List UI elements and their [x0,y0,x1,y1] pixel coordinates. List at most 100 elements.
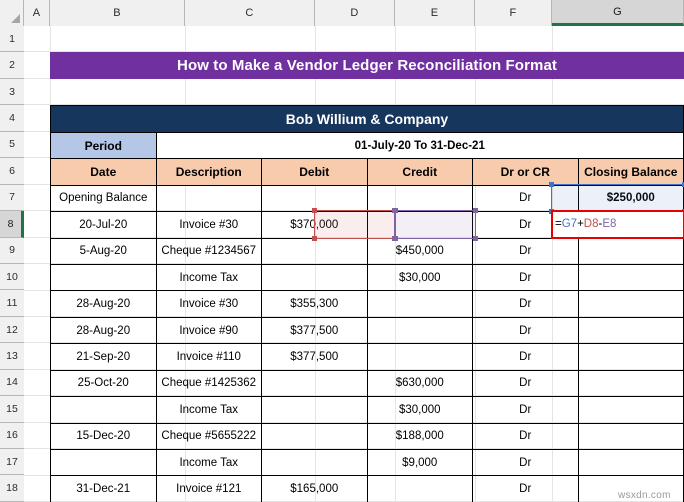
cell-dr-or-cr[interactable]: Dr [472,184,579,213]
cell-description[interactable]: Income Tax [155,396,262,424]
cell-credit[interactable] [366,343,473,371]
cell-credit[interactable]: $188,000 [366,422,473,451]
cell-closing-balance[interactable] [577,422,684,451]
row-header-12[interactable]: 12 [0,316,24,344]
cell-date[interactable]: 21-Sep-20 [50,343,157,371]
table-header-c[interactable]: Description [155,158,262,186]
cell-dr-or-cr[interactable]: Dr [472,343,579,371]
cell-closing-balance[interactable] [577,316,684,345]
cell-dr-or-cr[interactable]: Dr [472,290,579,318]
row-header-9[interactable]: 9 [0,237,24,264]
row-header-10[interactable]: 10 [0,263,24,291]
cell-credit[interactable] [366,475,473,502]
cell-description[interactable]: Invoice #121 [155,475,262,502]
cell-debit[interactable]: $377,500 [261,316,368,345]
table-row[interactable]: 15-Dec-20 Cheque #5655222 $188,000 Dr [50,422,684,451]
cell-description[interactable]: Cheque #5655222 [155,422,262,451]
select-all-corner[interactable] [0,0,24,26]
cell-dr-or-cr[interactable]: Dr [472,237,579,265]
period-label-cell[interactable]: Period [50,131,157,160]
formula-text-g8[interactable]: = G7 + D8- E8 [555,211,616,237]
column-header-e[interactable]: E [395,0,475,26]
cell-closing-balance[interactable] [577,343,684,371]
cell-dr-or-cr[interactable]: Dr [472,396,579,424]
cell-date[interactable]: 25-Oct-20 [50,369,157,398]
cell-debit[interactable] [261,369,368,398]
cell-description[interactable]: Income Tax [155,263,262,292]
column-header-f[interactable]: F [475,0,552,26]
table-row[interactable]: 28-Aug-20 Invoice #30 $355,300 Dr [50,290,684,318]
cell-closing-balance[interactable] [577,290,684,318]
table-row[interactable]: 21-Sep-20 Invoice #110 $377,500 Dr [50,343,684,371]
cell-debit[interactable]: $370,000 [261,211,368,239]
cell-date[interactable]: 31-Dec-21 [50,475,157,502]
cell-credit[interactable]: $450,000 [366,237,473,265]
worksheet-grid[interactable]: How to Make a Vendor Ledger Reconciliati… [24,26,684,502]
cell-description[interactable]: Cheque #1234567 [155,237,262,265]
column-header-a[interactable]: A [24,0,50,26]
column-header-c[interactable]: C [185,0,315,26]
cell-credit[interactable] [366,184,473,213]
row-header-4[interactable]: 4 [0,105,24,132]
cell-credit[interactable]: $630,000 [366,369,473,398]
cell-credit[interactable] [366,290,473,318]
cell-date[interactable] [50,263,157,292]
table-header-e[interactable]: Credit [366,158,473,186]
row-header-14[interactable]: 14 [0,369,24,397]
column-header-d[interactable]: D [315,0,395,26]
row-header-13[interactable]: 13 [0,343,24,370]
cell-description[interactable]: Cheque #1425362 [155,369,262,398]
cell-description[interactable]: Invoice #110 [155,343,262,371]
table-row[interactable]: Income Tax $9,000 Dr [50,449,684,477]
table-row[interactable]: Opening Balance Dr $250,000 [50,184,684,213]
cell-credit[interactable]: $30,000 [366,263,473,292]
cell-debit[interactable] [261,263,368,292]
cell-closing-balance[interactable] [577,396,684,424]
table-row[interactable]: 5-Aug-20 Cheque #1234567 $450,000 Dr [50,237,684,265]
cell-date[interactable]: 28-Aug-20 [50,290,157,318]
cell-closing-balance[interactable]: $250,000 [577,184,684,213]
cell-credit[interactable] [366,316,473,345]
cell-date[interactable]: 15-Dec-20 [50,422,157,451]
table-row[interactable]: Income Tax $30,000 Dr [50,396,684,424]
cell-closing-balance[interactable] [577,263,684,292]
table-row[interactable]: 25-Oct-20 Cheque #1425362 $630,000 Dr [50,369,684,398]
cell-date[interactable] [50,396,157,424]
cell-debit[interactable] [261,237,368,265]
row-header-3[interactable]: 3 [0,78,24,106]
table-row[interactable]: 28-Aug-20 Invoice #90 $377,500 Dr [50,316,684,345]
table-header-d[interactable]: Debit [261,158,368,186]
cell-date[interactable]: 5-Aug-20 [50,237,157,265]
cell-dr-or-cr[interactable]: Dr [472,316,579,345]
cell-debit[interactable]: $355,300 [261,290,368,318]
vendor-ledger-table[interactable]: Bob Willium & Company Period 01-July-20 To… [50,105,684,502]
cell-credit[interactable] [366,211,473,239]
row-header-18[interactable]: 18 [0,475,24,502]
cell-description[interactable]: Invoice #90 [155,316,262,345]
cell-debit[interactable]: $165,000 [261,475,368,502]
cell-date[interactable]: 28-Aug-20 [50,316,157,345]
column-header-b[interactable]: B [50,0,185,26]
cell-closing-balance[interactable] [577,449,684,477]
cell-description[interactable]: Income Tax [155,449,262,477]
table-header-f[interactable]: Dr or CR [472,158,579,186]
cell-debit[interactable] [261,184,368,213]
table-row[interactable]: Income Tax $30,000 Dr [50,263,684,292]
cell-credit[interactable]: $9,000 [366,449,473,477]
table-header-b[interactable]: Date [50,158,157,186]
company-name-cell[interactable]: Bob Willium & Company [50,105,684,133]
row-header-11[interactable]: 11 [0,290,24,317]
cell-description[interactable]: Invoice #30 [155,290,262,318]
table-row[interactable]: 31-Dec-21 Invoice #121 $165,000 Dr [50,475,684,502]
period-value-cell[interactable]: 01-July-20 To 31-Dec-21 [155,131,684,160]
row-header-16[interactable]: 16 [0,422,24,449]
row-header-5[interactable]: 5 [0,131,24,159]
row-header-17[interactable]: 17 [0,449,24,476]
column-header-g[interactable]: G [552,0,684,26]
cell-description[interactable]: Invoice #30 [155,211,262,239]
cell-closing-balance[interactable] [577,369,684,398]
cell-debit[interactable] [261,396,368,424]
cell-dr-or-cr[interactable]: Dr [472,422,579,451]
row-header-15[interactable]: 15 [0,396,24,423]
row-header-8[interactable]: 8 [0,211,24,238]
